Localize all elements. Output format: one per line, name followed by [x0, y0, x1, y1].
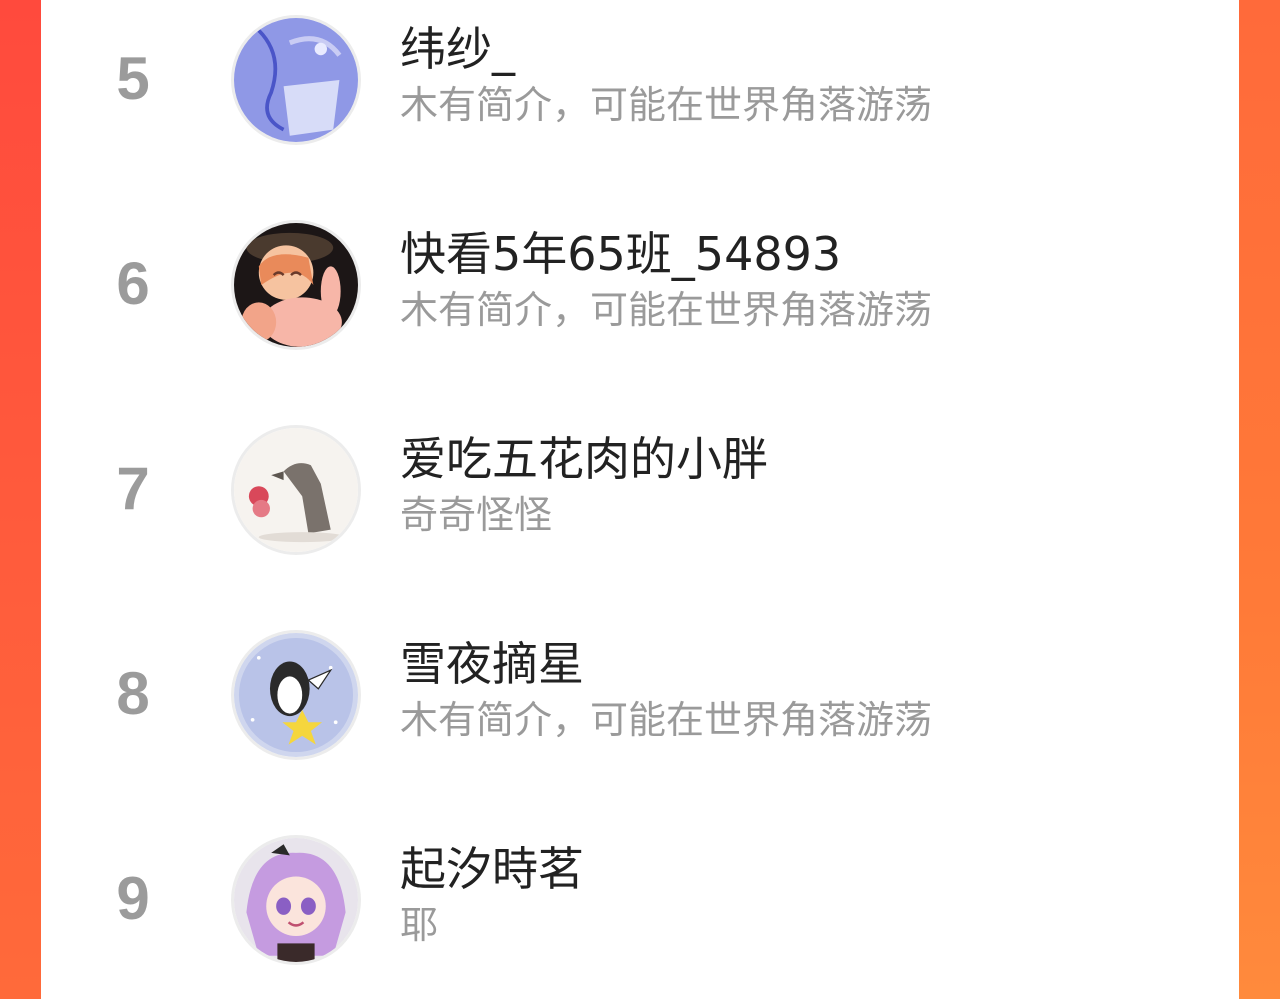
ranking-row[interactable]: 8 雪夜摘星 木有简介，可能在世界角落游荡: [41, 620, 1239, 770]
purple-hair-anime-avatar-icon: [234, 838, 358, 962]
anime-girl-ribbon-avatar-icon: [234, 18, 358, 142]
ranking-list-panel: 5 纬纱_ 木有简介，可能在世界角落游荡 6 快看5年65班_54893 木有简…: [41, 0, 1239, 999]
rank-number: 7: [116, 455, 150, 522]
background-right-strip: [1239, 0, 1280, 999]
rank-number: 8: [116, 660, 150, 727]
avatar[interactable]: [231, 425, 361, 555]
rank-number: 6: [116, 250, 150, 317]
avatar[interactable]: [231, 835, 361, 965]
user-bio: 木有简介，可能在世界角落游荡: [400, 83, 933, 127]
wolf-and-girl-avatar-icon: [234, 428, 358, 552]
penguin-star-avatar-icon: [234, 633, 358, 757]
user-bio: 奇奇怪怪: [400, 493, 553, 537]
user-bio: 木有简介，可能在世界角落游荡: [400, 288, 933, 332]
avatar[interactable]: [231, 630, 361, 760]
user-name: 爱吃五花肉的小胖: [400, 432, 768, 486]
user-name: 纬纱_: [400, 22, 515, 76]
user-name: 快看5年65班_54893: [400, 227, 842, 281]
anime-girl-bunny-avatar-icon: [234, 223, 358, 347]
rank-number: 5: [116, 45, 150, 112]
user-bio: 耶: [400, 903, 439, 947]
rank-number: 9: [116, 865, 150, 932]
avatar[interactable]: [231, 220, 361, 350]
user-name: 雪夜摘星: [400, 637, 584, 691]
avatar[interactable]: [231, 15, 361, 145]
ranking-row[interactable]: 9 起汐時茗 耶: [41, 825, 1239, 975]
ranking-row[interactable]: 5 纬纱_ 木有简介，可能在世界角落游荡: [41, 5, 1239, 155]
ranking-row[interactable]: 6 快看5年65班_54893 木有简介，可能在世界角落游荡: [41, 210, 1239, 360]
ranking-row[interactable]: 7 爱吃五花肉的小胖 奇奇怪怪: [41, 415, 1239, 565]
user-bio: 木有简介，可能在世界角落游荡: [400, 698, 933, 742]
user-name: 起汐時茗: [400, 842, 584, 896]
